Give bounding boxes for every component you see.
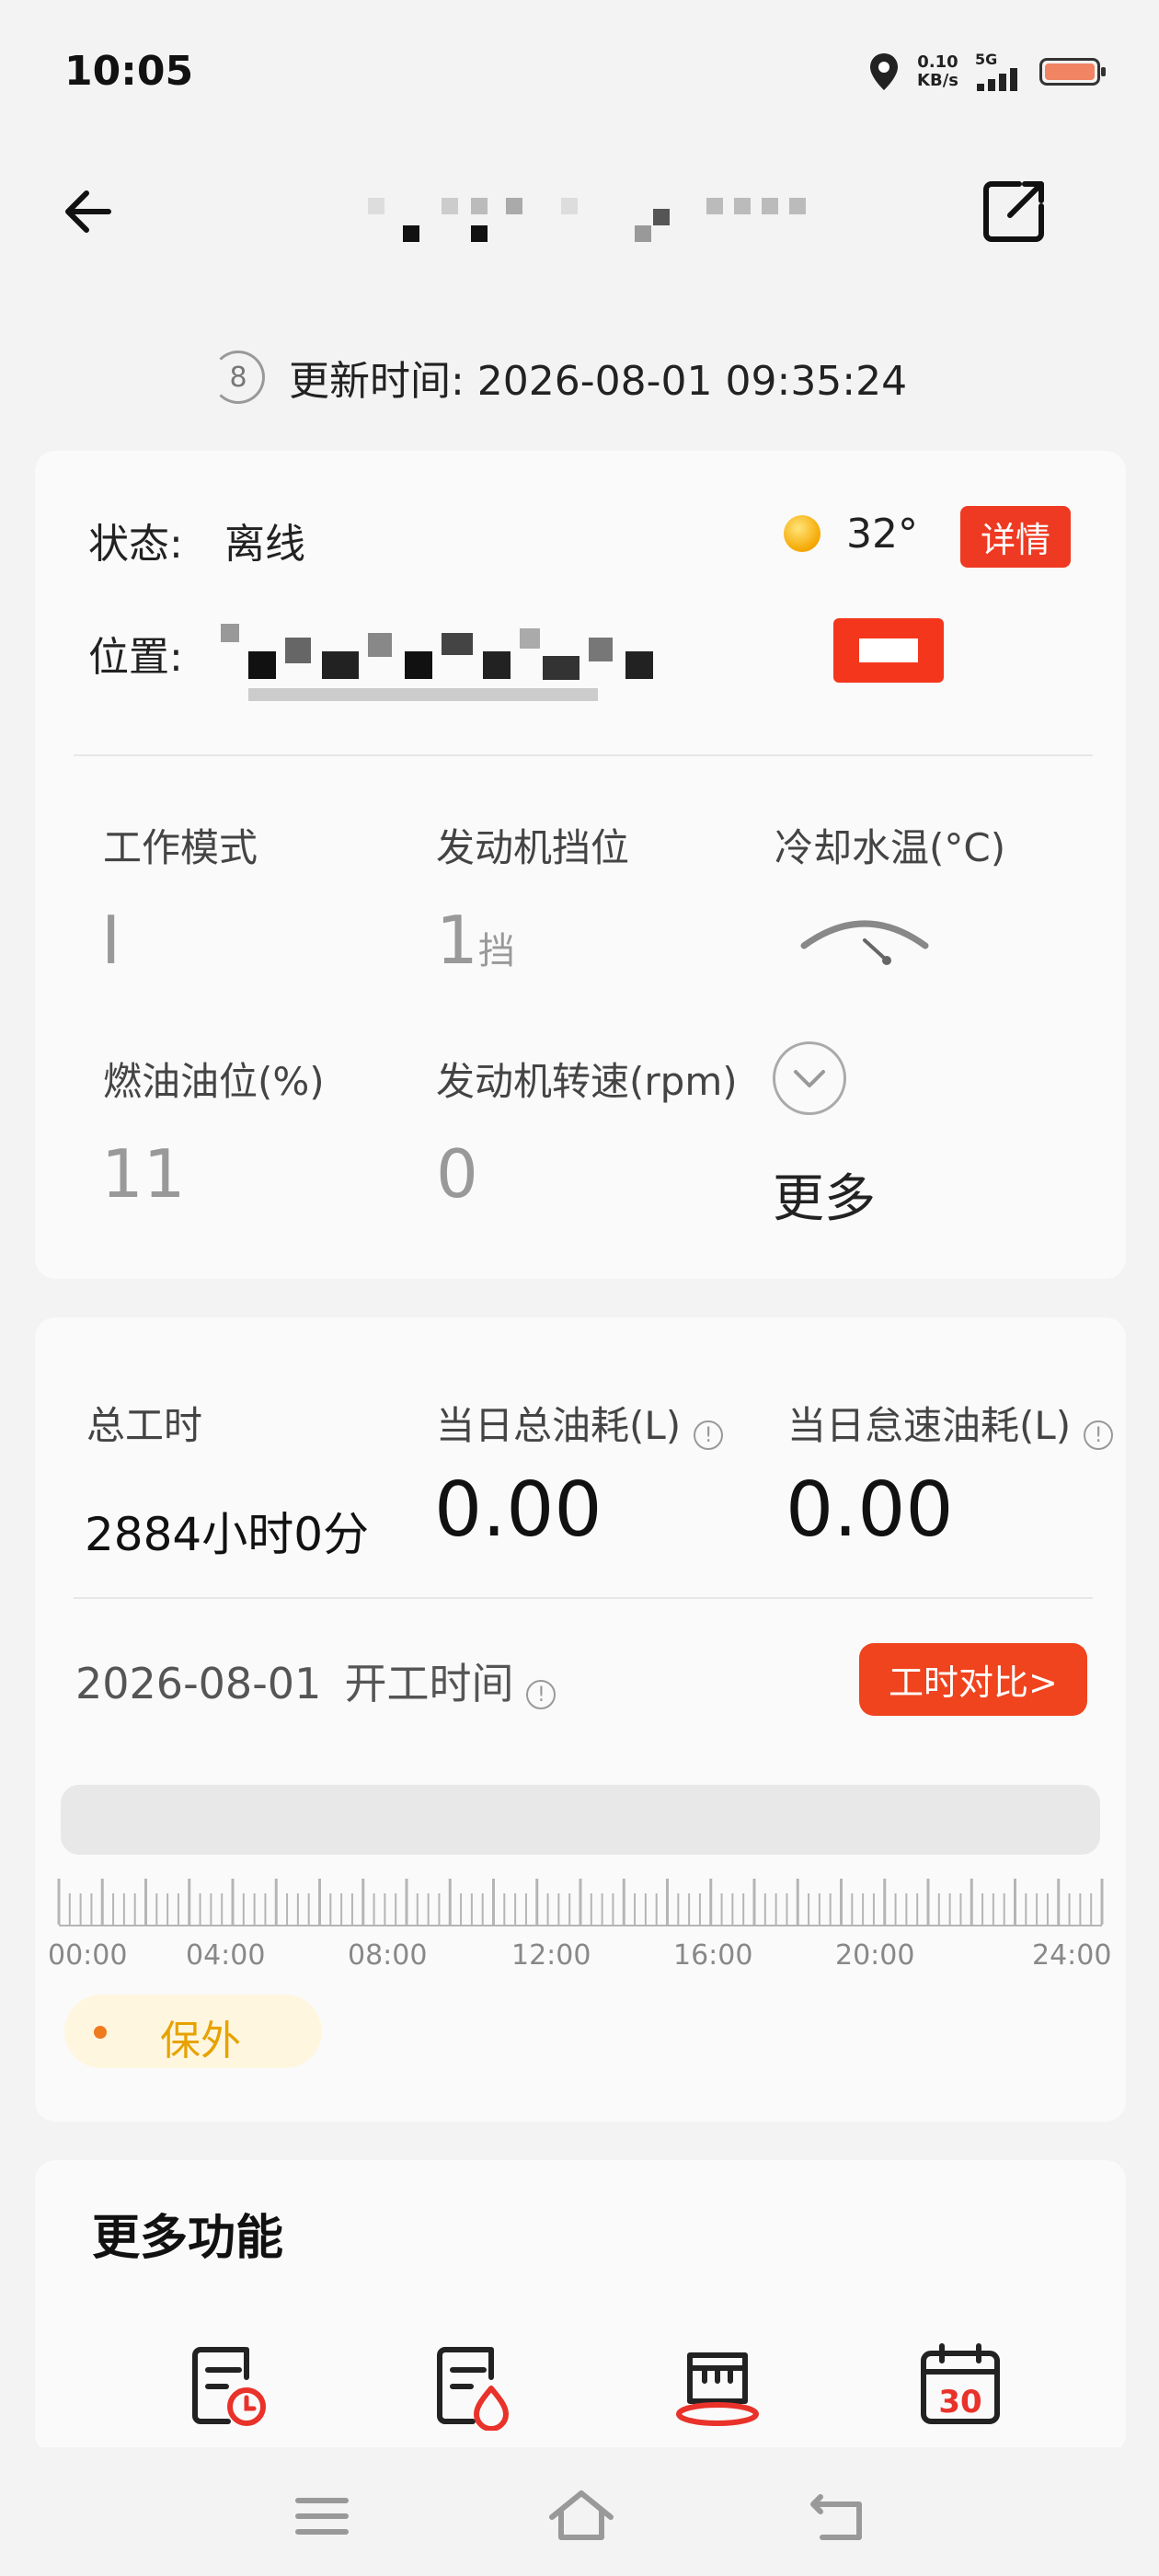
- idle-fuel-label: 当日怠速油耗(L)!: [787, 1395, 1114, 1451]
- info-icon[interactable]: !: [694, 1420, 724, 1450]
- fuel-record-icon[interactable]: [425, 2339, 517, 2431]
- metric-label-engine-gear: 发动机挡位: [436, 825, 630, 870]
- sun-icon: [784, 515, 820, 552]
- work-time-timeline: [61, 1785, 1100, 1855]
- detail-button[interactable]: 详情: [960, 506, 1072, 568]
- more-features-title: 更多功能: [92, 2211, 284, 2266]
- timeline-ticks: [57, 1879, 1104, 1926]
- signal-icon: [977, 68, 1017, 91]
- metric-value-engine-gear: 1挡: [436, 902, 515, 979]
- update-time-text: 更新时间: 2026-08-01 09:35:24: [289, 358, 908, 405]
- menu-nav-icon[interactable]: [285, 2484, 359, 2548]
- svg-text:30: 30: [938, 2384, 981, 2421]
- metric-label-work-mode: 工作模式: [103, 825, 258, 870]
- location-tag-redacted: [833, 618, 944, 683]
- tick-label: 04:00: [186, 1939, 266, 1972]
- back-button[interactable]: [55, 175, 129, 248]
- card-divider: [74, 754, 1093, 756]
- location-icon: [870, 53, 899, 90]
- update-time-row: 8 更新时间: 2026-08-01 09:35:24: [212, 348, 907, 407]
- calendar-30-icon[interactable]: 30: [914, 2339, 1006, 2431]
- work-time-header: 2026-08-01 开工时间!: [75, 1650, 557, 1711]
- tick-label: 24:00: [1032, 1939, 1112, 1972]
- tick-label: 16:00: [673, 1939, 753, 1972]
- total-hours-value: 2884小时0分: [85, 1508, 370, 1561]
- metric-label-coolant-temp: 冷却水温(°C): [775, 825, 1006, 870]
- metric-label-engine-rpm: 发动机转速(rpm): [436, 1059, 738, 1104]
- location-label: 位置:: [88, 634, 183, 681]
- hours-compare-button[interactable]: 工时对比>: [859, 1643, 1087, 1716]
- tick-label: 00:00: [48, 1939, 128, 1972]
- status-indicators: 0.10 KB/s 5G: [867, 52, 1106, 92]
- info-icon[interactable]: !: [526, 1679, 557, 1709]
- status-time: 10:05: [64, 48, 194, 95]
- idle-fuel-value: 0.00: [786, 1466, 954, 1554]
- info-icon[interactable]: !: [1084, 1420, 1114, 1450]
- battery-icon: [1039, 58, 1106, 86]
- signal-indicator: 5G: [975, 52, 1023, 91]
- chevron-down-icon: [794, 1070, 825, 1087]
- metric-value-work-mode: I: [101, 902, 121, 979]
- more-metrics-button[interactable]: [773, 1041, 846, 1115]
- coolant-gauge-icon: [800, 920, 929, 965]
- metric-label-fuel-level: 燃油油位(%): [103, 1059, 325, 1104]
- more-metrics-label[interactable]: 更多: [773, 1157, 876, 1232]
- temperature: 32°: [846, 511, 918, 558]
- page-title-redacted: [359, 189, 837, 244]
- tick-label: 08:00: [348, 1939, 428, 1972]
- share-button[interactable]: [977, 175, 1050, 248]
- daily-fuel-value: 0.00: [434, 1466, 602, 1554]
- work-record-icon[interactable]: [180, 2339, 272, 2431]
- daily-fuel-label: 当日总油耗(L)!: [436, 1395, 724, 1451]
- metric-value-engine-rpm: 0: [436, 1135, 478, 1213]
- refresh-icon[interactable]: 8: [212, 351, 265, 404]
- status-label: 状态:: [88, 521, 183, 568]
- location-redacted: [221, 615, 773, 716]
- total-hours-label: 总工时: [86, 1403, 203, 1448]
- legend-warranty: 保外: [64, 1995, 322, 2068]
- back-nav-icon[interactable]: [804, 2484, 878, 2548]
- home-nav-icon[interactable]: [545, 2484, 618, 2548]
- tick-label: 20:00: [835, 1939, 915, 1972]
- tick-label: 12:00: [511, 1939, 591, 1972]
- card-divider: [74, 1597, 1093, 1599]
- net-speed: 0.10 KB/s: [917, 52, 958, 90]
- maintenance-icon[interactable]: [671, 2339, 763, 2431]
- status-value: 离线: [224, 521, 305, 568]
- metric-value-fuel-level: 11: [101, 1135, 186, 1213]
